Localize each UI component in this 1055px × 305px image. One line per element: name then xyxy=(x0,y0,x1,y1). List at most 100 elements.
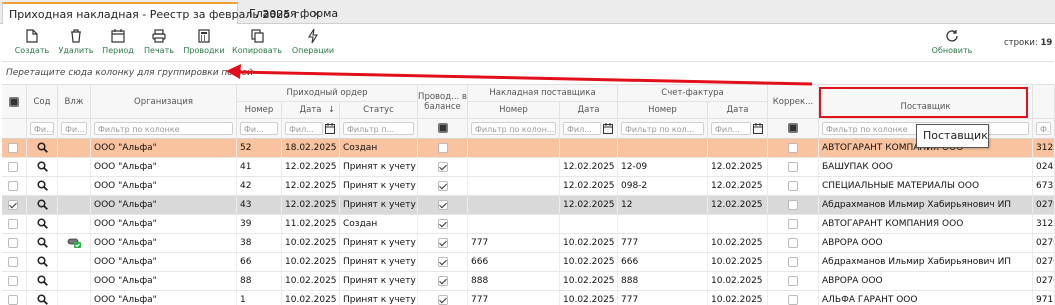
table-row[interactable]: ООО "Альфа" 52 18.02.2025 Создан АВТОГАРАНТ … xyxy=(2,139,1055,158)
row-view-cell[interactable] xyxy=(27,158,58,176)
calendar-icon[interactable] xyxy=(753,123,763,134)
header-invoice-number[interactable]: Номер xyxy=(618,102,708,119)
search-icon[interactable] xyxy=(37,275,48,286)
filter-order-number-input[interactable]: Фи... xyxy=(240,122,278,135)
row-checkbox[interactable] xyxy=(8,238,18,248)
operations-button[interactable]: Операции xyxy=(288,27,338,55)
calendar-icon[interactable] xyxy=(603,123,613,134)
row-checkbox[interactable] xyxy=(8,219,18,229)
posted-checkbox xyxy=(437,143,448,153)
row-view-cell[interactable] xyxy=(27,177,58,195)
row-select-cell[interactable] xyxy=(2,177,27,195)
search-icon[interactable] xyxy=(37,142,48,153)
search-icon[interactable] xyxy=(37,218,48,229)
search-icon[interactable] xyxy=(37,161,48,172)
header-posted[interactable]: Провод... в балансе xyxy=(418,85,468,119)
copy-button[interactable]: Копировать xyxy=(231,27,283,55)
row-view-cell[interactable] xyxy=(27,196,58,214)
table-row[interactable]: ООО "Альфа" 66 10.02.2025 Принят к учету 666… xyxy=(2,253,1055,272)
search-icon[interactable] xyxy=(37,180,48,191)
table-row[interactable]: ООО "Альфа" 43 12.02.2025 Принят к учету 12.… xyxy=(2,196,1055,215)
header-supplier[interactable]: Поставщик xyxy=(819,85,1033,119)
cell-order-number: 38 xyxy=(237,234,282,252)
filter-order-status-input[interactable]: Фильтр п... xyxy=(343,122,414,135)
attachment-icon[interactable] xyxy=(67,237,82,249)
header-order-date[interactable]: Дата ↓ xyxy=(282,102,340,119)
row-view-cell[interactable] xyxy=(27,234,58,252)
header-order-number[interactable]: Номер xyxy=(237,102,282,119)
table-row[interactable]: ООО "Альфа" 38 10.02.2025 Принят к учету 777… xyxy=(2,234,1055,253)
header-correction[interactable]: Коррек... xyxy=(768,85,819,119)
header-sod[interactable]: Сод xyxy=(27,85,58,119)
cell-code: 3123 xyxy=(1033,139,1055,157)
filter-vlozh-input[interactable]: Фи... xyxy=(61,122,87,135)
table-row[interactable]: ООО "Альфа" 39 11.02.2025 Создан АВТОГАРАНТ … xyxy=(2,215,1055,234)
row-checkbox[interactable] xyxy=(8,143,18,153)
select-all-checkbox[interactable] xyxy=(9,97,19,107)
create-button[interactable]: Создать xyxy=(11,27,53,55)
filter-correction-checkbox[interactable] xyxy=(788,123,798,133)
filter-order-date-input[interactable]: Фил... xyxy=(285,122,323,135)
header-invoice-date[interactable]: Дата xyxy=(708,102,768,119)
posted-checkbox xyxy=(437,238,448,248)
header-supplier-invoice-number[interactable]: Номер xyxy=(468,102,560,119)
row-checkbox[interactable] xyxy=(8,276,18,286)
row-view-cell[interactable] xyxy=(27,253,58,271)
postings-button[interactable]: Проводки xyxy=(183,27,225,55)
cell-order-date: 10.02.2025 xyxy=(282,291,340,305)
row-view-cell[interactable] xyxy=(27,215,58,233)
header-vlozh[interactable]: Влж xyxy=(58,85,91,119)
row-view-cell[interactable] xyxy=(27,291,58,305)
filter-supplier-invoice-date-input[interactable]: Фил... xyxy=(563,122,601,135)
header-order-status[interactable]: Статус xyxy=(340,102,418,119)
supplier-tooltip: Поставщик xyxy=(916,124,989,148)
row-view-cell[interactable] xyxy=(27,272,58,290)
cell-order-number: 66 xyxy=(237,253,282,271)
row-checkbox[interactable] xyxy=(8,200,18,210)
cell-posted xyxy=(418,139,468,157)
tab-main-form[interactable]: Главная форма xyxy=(243,2,338,24)
row-select-cell[interactable] xyxy=(2,215,27,233)
row-select-cell[interactable] xyxy=(2,291,27,305)
filter-invoice-date-input[interactable]: Фил... xyxy=(711,122,751,135)
row-select-cell[interactable] xyxy=(2,253,27,271)
search-icon[interactable] xyxy=(37,237,48,248)
filter-invoice-number-input[interactable]: Фильтр по кол... xyxy=(621,122,704,135)
filter-sod-input[interactable]: Фи... xyxy=(30,122,54,135)
search-icon[interactable] xyxy=(37,294,48,305)
delete-button[interactable]: Удалить xyxy=(55,27,97,55)
row-select-cell[interactable] xyxy=(2,234,27,252)
tab-invoice-registry[interactable]: Приходная накладная - Реестр за февраль … xyxy=(2,2,321,24)
row-select-cell[interactable] xyxy=(2,139,27,157)
filter-posted-checkbox[interactable] xyxy=(437,123,448,133)
header-organization[interactable]: Организация xyxy=(91,85,237,119)
period-button[interactable]: Период xyxy=(97,27,139,55)
filter-organization-input[interactable]: Фильтр по колонке xyxy=(94,122,233,135)
print-button[interactable]: Печать xyxy=(138,27,180,55)
table-row[interactable]: ООО "Альфа" 1 10.02.2025 Принят к учету 777 1… xyxy=(2,291,1055,305)
table-row[interactable]: ООО "Альфа" 88 10.02.2025 Принят к учету 888… xyxy=(2,272,1055,291)
filter-supplier-invoice-number-input[interactable]: Фильтр по колон... xyxy=(471,122,556,135)
filter-extra-input[interactable]: Ф... xyxy=(1036,122,1051,135)
refresh-button[interactable]: Обновить xyxy=(928,27,976,55)
table-row[interactable]: ООО "Альфа" 41 12.02.2025 Принят к учету 12.… xyxy=(2,158,1055,177)
header-select-all[interactable] xyxy=(2,85,27,119)
row-select-cell[interactable] xyxy=(2,158,27,176)
row-checkbox[interactable] xyxy=(8,257,18,267)
cell-order-date: 12.02.2025 xyxy=(282,196,340,214)
calendar-icon[interactable] xyxy=(325,123,335,134)
header-supplier-invoice-date[interactable]: Дата xyxy=(560,102,618,119)
header-extra[interactable] xyxy=(1033,85,1055,119)
row-select-cell[interactable] xyxy=(2,272,27,290)
row-checkbox[interactable] xyxy=(8,181,18,191)
postings-label: Проводки xyxy=(183,46,225,55)
row-checkbox[interactable] xyxy=(8,162,18,172)
search-icon[interactable] xyxy=(37,199,48,210)
row-checkbox[interactable] xyxy=(8,295,18,305)
row-select-cell[interactable] xyxy=(2,196,27,214)
table-row[interactable]: ООО "Альфа" 42 12.02.2025 Принят к учету 12.… xyxy=(2,177,1055,196)
row-view-cell[interactable] xyxy=(27,139,58,157)
group-by-panel[interactable]: Перетащите сюда колонку для группировки … xyxy=(2,61,1054,85)
search-icon[interactable] xyxy=(37,256,48,267)
create-label: Создать xyxy=(14,46,50,55)
